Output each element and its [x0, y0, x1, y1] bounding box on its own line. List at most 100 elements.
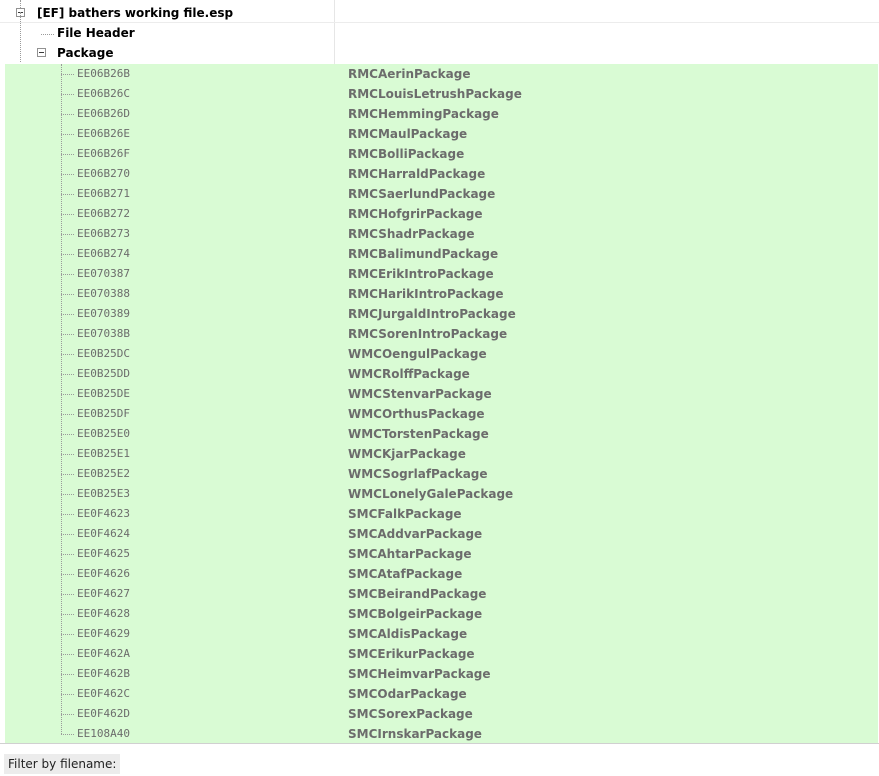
record-formid: EE0B25E1 — [77, 447, 130, 460]
tree-line — [61, 254, 74, 255]
tree-line — [61, 454, 74, 455]
record-formid: EE0B25DF — [77, 407, 130, 420]
tree-line — [61, 514, 74, 515]
record-formid: EE06B270 — [77, 167, 130, 180]
record-formid: EE0F4626 — [77, 567, 130, 580]
tree-line — [61, 574, 74, 575]
record-formid: EE0F462D — [77, 707, 130, 720]
record-row[interactable]: EE0B25DD WMCRolffPackage — [5, 364, 878, 384]
record-row[interactable]: EE070387 RMCErikIntroPackage — [5, 264, 878, 284]
record-row[interactable]: EE0F462C SMCOdarPackage — [5, 684, 878, 704]
record-formid: EE0B25DE — [77, 387, 130, 400]
file-header-label: File Header — [57, 26, 135, 40]
record-row[interactable]: EE06B26C RMCLouisLetrushPackage — [5, 84, 878, 104]
tree-line — [61, 594, 74, 595]
tree-line — [61, 334, 74, 335]
record-formid: EE0B25DD — [77, 367, 130, 380]
record-editor-id: RMCHofgrirPackage — [348, 207, 483, 221]
record-editor-id: SMCAtafPackage — [348, 567, 463, 581]
record-editor-id: SMCSorexPackage — [348, 707, 473, 721]
record-row[interactable]: EE0F4626 SMCAtafPackage — [5, 564, 878, 584]
record-formid: EE06B26E — [77, 127, 130, 140]
record-tree[interactable]: [EF] bathers working file.esp File Heade… — [0, 0, 879, 743]
record-row[interactable]: EE06B26E RMCMaulPackage — [5, 124, 878, 144]
record-row[interactable]: EE0F4629 SMCAldisPackage — [5, 624, 878, 644]
tree-line — [61, 174, 74, 175]
record-row[interactable]: EE0F4625 SMCAhtarPackage — [5, 544, 878, 564]
record-editor-id: RMCSorenIntroPackage — [348, 327, 508, 341]
record-row[interactable]: EE0F4627 SMCBeirandPackage — [5, 584, 878, 604]
record-formid: EE0F4624 — [77, 527, 130, 540]
record-formid: EE06B26B — [77, 67, 130, 80]
tree-line — [20, 12, 21, 62]
record-editor-id: RMCSaerlundPackage — [348, 187, 496, 201]
record-row[interactable]: EE0B25DF WMCOrthusPackage — [5, 404, 878, 424]
tree-node-package-group[interactable]: Package — [0, 43, 879, 63]
record-row[interactable]: EE0F4623 SMCFalkPackage — [5, 504, 878, 524]
record-editor-id: WMCTorstenPackage — [348, 427, 489, 441]
tree-line — [61, 94, 74, 95]
collapse-minus-icon[interactable] — [37, 48, 46, 57]
record-editor-id: SMCErikurPackage — [348, 647, 475, 661]
record-editor-id: SMCAldisPackage — [348, 627, 468, 641]
tree-line — [61, 534, 74, 535]
tree-line — [61, 114, 74, 115]
tree-node-file[interactable]: [EF] bathers working file.esp — [0, 0, 879, 23]
record-row[interactable]: EE0F4628 SMCBolgeirPackage — [5, 604, 878, 624]
record-editor-id: RMCShadrPackage — [348, 227, 475, 241]
record-row[interactable]: EE06B271 RMCSaerlundPackage — [5, 184, 878, 204]
record-formid: EE108A40 — [77, 727, 130, 740]
record-row[interactable]: EE06B273 RMCShadrPackage — [5, 224, 878, 244]
record-formid: EE06B26D — [77, 107, 130, 120]
record-row[interactable]: EE070388 RMCHarikIntroPackage — [5, 284, 878, 304]
tree-line — [61, 614, 74, 615]
record-editor-id: SMCIrnskarPackage — [348, 727, 482, 741]
tree-line — [61, 134, 74, 135]
record-row[interactable]: EE0B25E2 WMCSogrlafPackage — [5, 464, 878, 484]
record-row[interactable]: EE0F462B SMCHeimvarPackage — [5, 664, 878, 684]
record-editor-id: WMCLonelyGalePackage — [348, 487, 514, 501]
record-formid: EE06B273 — [77, 227, 130, 240]
record-row[interactable]: EE06B272 RMCHofgrirPackage — [5, 204, 878, 224]
record-editor-id: SMCHeimvarPackage — [348, 667, 491, 681]
record-editor-id: WMCOengulPackage — [348, 347, 487, 361]
record-formid: EE06B26F — [77, 147, 130, 160]
record-editor-id: WMCStenvarPackage — [348, 387, 492, 401]
record-row[interactable]: EE07038B RMCSorenIntroPackage — [5, 324, 878, 344]
record-editor-id: RMCJurgaldIntroPackage — [348, 307, 516, 321]
record-formid: EE0B25E3 — [77, 487, 130, 500]
record-row[interactable]: EE0B25E3 WMCLonelyGalePackage — [5, 484, 878, 504]
record-row[interactable]: EE06B26D RMCHemmingPackage — [5, 104, 878, 124]
record-row[interactable]: EE0B25E1 WMCKjarPackage — [5, 444, 878, 464]
record-formid: EE06B26C — [77, 87, 130, 100]
tree-line — [61, 394, 74, 395]
record-row[interactable]: EE06B274 RMCBalimundPackage — [5, 244, 878, 264]
record-row[interactable]: EE06B270 RMCHarraldPackage — [5, 164, 878, 184]
record-row[interactable]: EE0F4624 SMCAddvarPackage — [5, 524, 878, 544]
record-formid: EE070388 — [77, 287, 130, 300]
record-editor-id: RMCHemmingPackage — [348, 107, 499, 121]
tree-line — [61, 274, 74, 275]
record-row[interactable]: EE0B25DE WMCStenvarPackage — [5, 384, 878, 404]
record-formid: EE0F462B — [77, 667, 130, 680]
record-formid: EE0F462C — [77, 687, 130, 700]
tree-node-file-header[interactable]: File Header — [0, 23, 879, 43]
record-row[interactable]: EE0F462D SMCSorexPackage — [5, 704, 878, 724]
record-editor-id: WMCRolffPackage — [348, 367, 470, 381]
record-row[interactable]: EE0B25E0 WMCTorstenPackage — [5, 424, 878, 444]
tree-line — [61, 634, 74, 635]
record-formid: EE0B25DC — [77, 347, 130, 360]
record-formid: EE0F4623 — [77, 507, 130, 520]
record-row[interactable]: EE108A40 SMCIrnskarPackage — [5, 724, 878, 743]
tree-line — [61, 714, 74, 715]
record-row[interactable]: EE0F462A SMCErikurPackage — [5, 644, 878, 664]
record-row[interactable]: EE06B26B RMCAerinPackage — [5, 64, 878, 84]
record-row[interactable]: EE0B25DC WMCOengulPackage — [5, 344, 878, 364]
tree-line — [41, 34, 54, 35]
record-row[interactable]: EE070389 RMCJurgaldIntroPackage — [5, 304, 878, 324]
file-node-label: [EF] bathers working file.esp — [37, 6, 234, 20]
record-row[interactable]: EE06B26F RMCBolliPackage — [5, 144, 878, 164]
tree-line — [61, 674, 74, 675]
tree-line — [61, 234, 74, 235]
record-editor-id: SMCAhtarPackage — [348, 547, 472, 561]
